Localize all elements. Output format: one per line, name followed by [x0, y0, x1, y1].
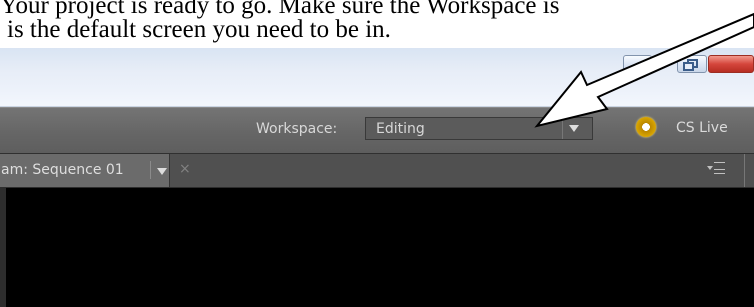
- chevron-down-icon[interactable]: [157, 168, 167, 175]
- workspace-label: Workspace:: [256, 121, 338, 137]
- program-monitor-tab-label: am: Sequence 01: [1, 162, 124, 178]
- minimize-icon: [632, 66, 644, 69]
- restore-button[interactable]: [677, 55, 707, 73]
- monitor-left-border: [0, 188, 6, 307]
- workspace-dropdown[interactable]: Editing: [365, 117, 593, 140]
- window-title-bar: [0, 48, 754, 114]
- chevron-down-icon: [569, 125, 579, 132]
- program-monitor-display: [0, 188, 754, 307]
- tutorial-screenshot-page: Your project is ready to go. Make sure t…: [0, 0, 754, 307]
- panel-menu-icon[interactable]: [707, 162, 727, 178]
- panel-edge: [744, 154, 745, 187]
- workspace-selected-value: Editing: [376, 121, 425, 137]
- program-monitor-tab[interactable]: am: Sequence 01: [0, 154, 170, 187]
- instruction-line-2: is the default screen you need to be in.: [7, 16, 391, 43]
- window-close-button[interactable]: [708, 55, 754, 73]
- dropdown-divider: [562, 118, 563, 139]
- cs-live-icon[interactable]: [636, 117, 656, 137]
- restore-icon: [683, 62, 694, 71]
- workspace-toolbar: Workspace: Editing CS Live: [0, 107, 754, 154]
- cs-live-button[interactable]: CS Live: [676, 118, 742, 138]
- minimize-button[interactable]: [623, 55, 652, 73]
- tab-divider: [150, 161, 151, 179]
- program-monitor-tab-bar: am: Sequence 01 ×: [0, 154, 754, 188]
- premiere-screenshot: Workspace: Editing CS Live am: Sequence …: [0, 48, 754, 307]
- instruction-text: Your project is ready to go. Make sure t…: [0, 0, 754, 48]
- close-icon[interactable]: ×: [179, 160, 195, 178]
